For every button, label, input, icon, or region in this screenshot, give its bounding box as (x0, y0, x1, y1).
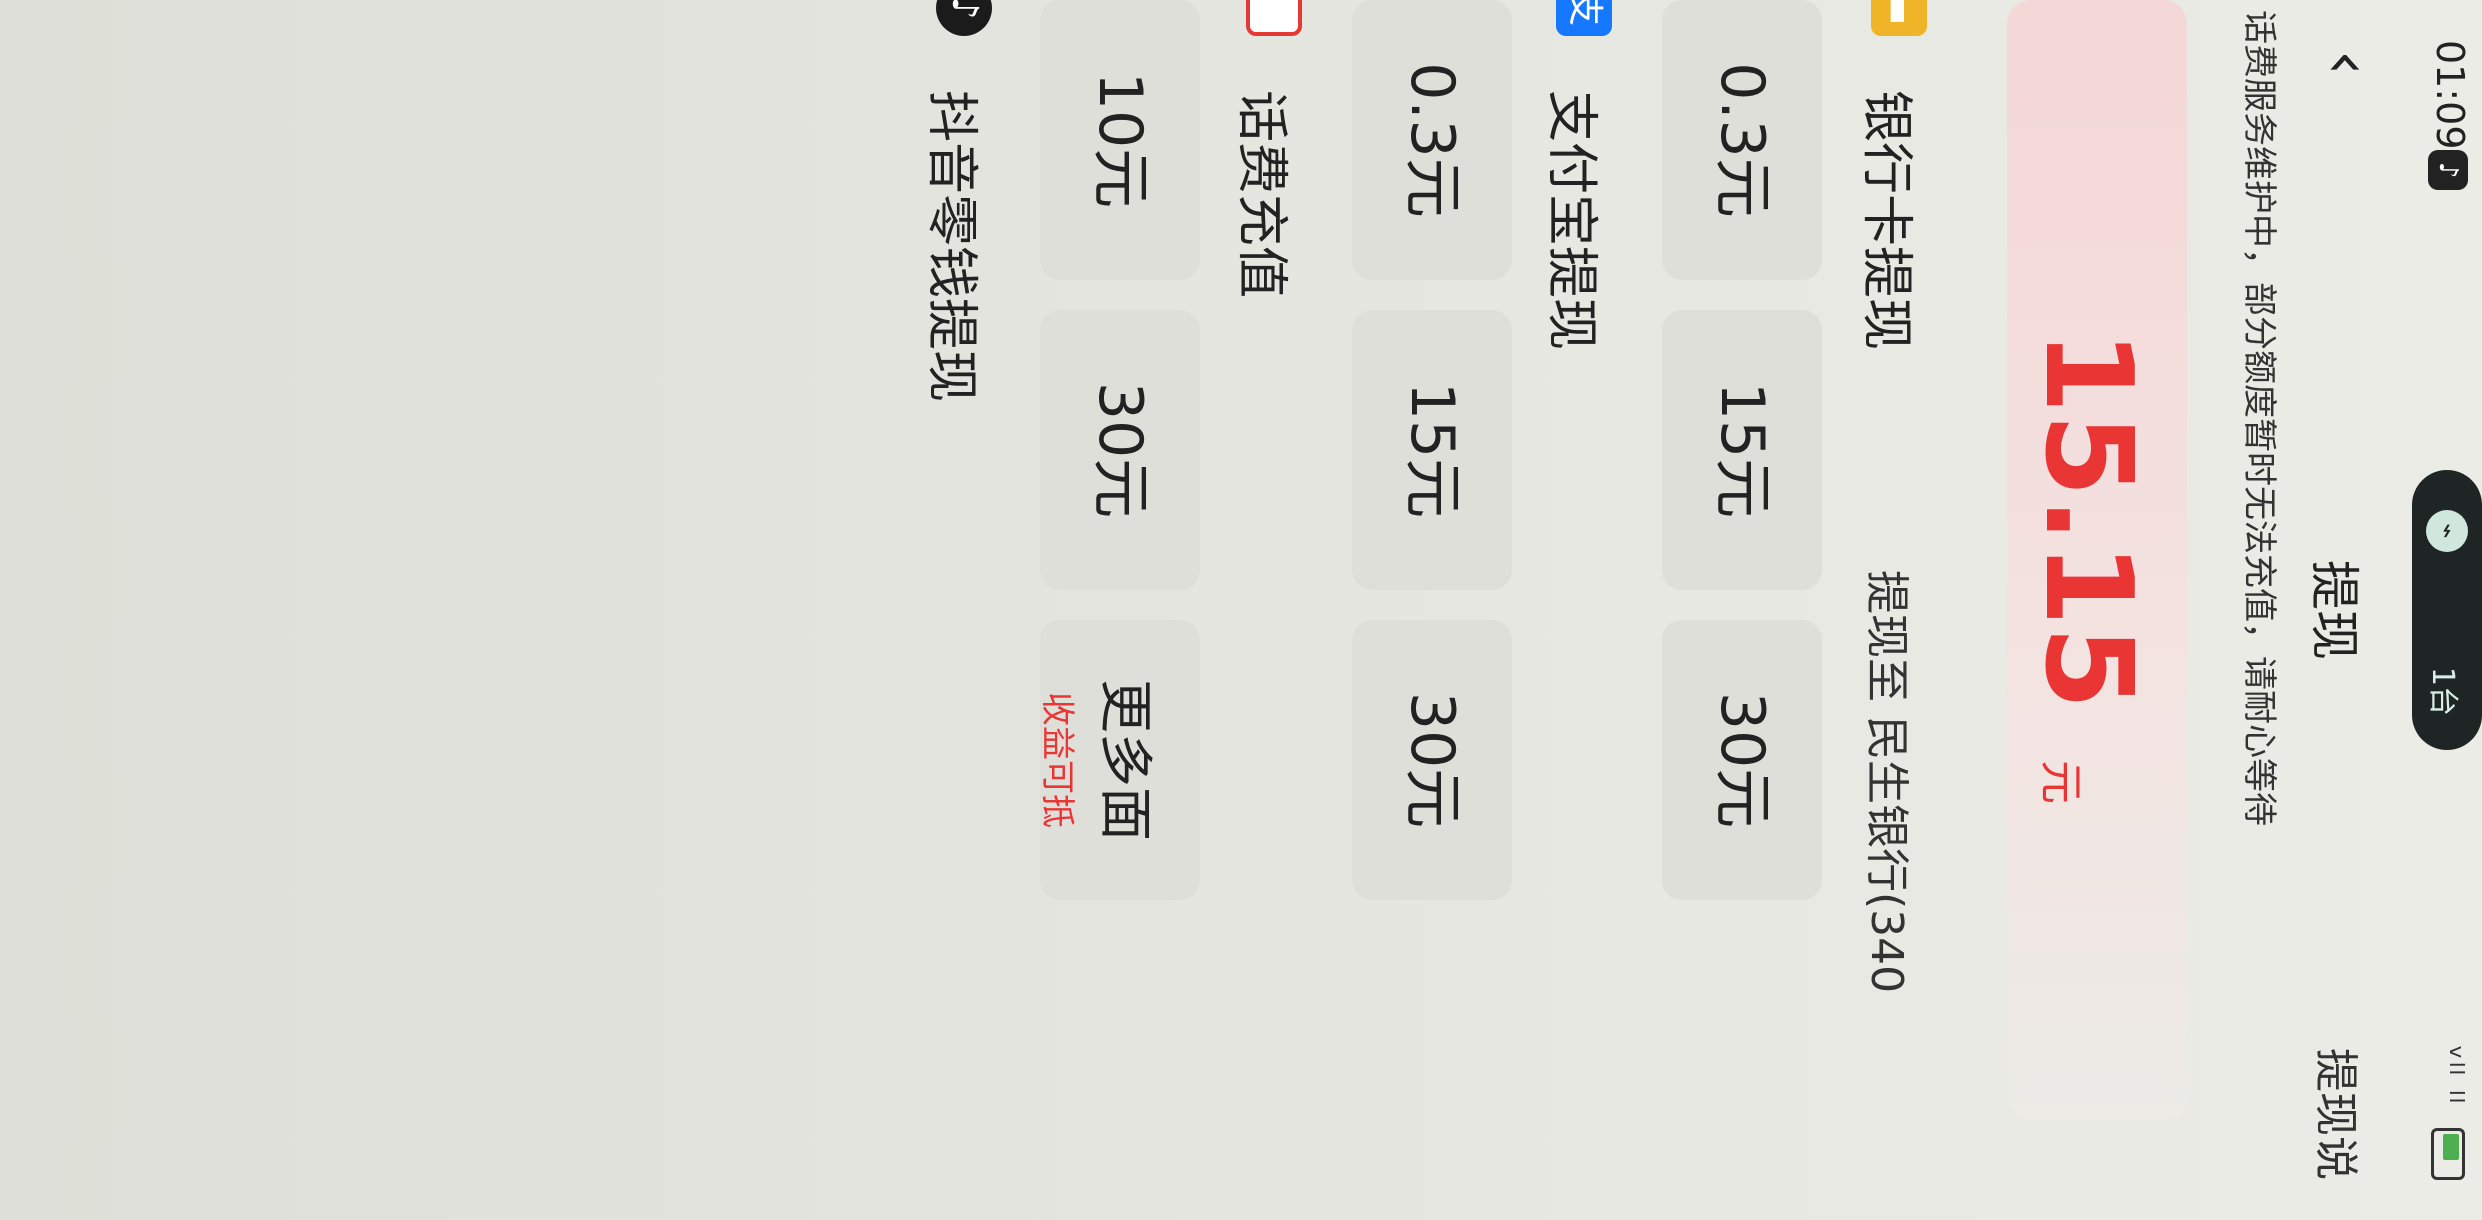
bank-card-icon: ▬ (1871, 0, 1927, 36)
bank-option-1[interactable]: 15元 (1662, 310, 1822, 590)
page-title: 提现 (2305, 560, 2363, 660)
bank-option-0[interactable]: 0.3元 (1662, 0, 1822, 280)
maintenance-notice: 话费服务维护中，部分额度暂时无法充值，请耐心等待 (2239, 10, 2279, 826)
balance-unit: 元 (2035, 760, 2086, 804)
withdraw-instructions-link[interactable]: 提现说 (2308, 1048, 2372, 1180)
bank-options: 0.3元 15元 30元 (1662, 0, 1822, 1220)
phone-more-options-button[interactable]: 更多面 收益可抵 (1037, 620, 1200, 900)
alipay-withdraw-header: 支 支付宝提现 (1541, 0, 1622, 1220)
phone-option-1[interactable]: 30元 (1040, 310, 1200, 590)
douyin-withdraw-label: 抖音零钱提现 (921, 90, 981, 403)
bank-withdraw-header: ▬ 银行卡提现 提现至 民生银行(340 (1856, 0, 1937, 1220)
phone-recharge-label: 话费充值 (1231, 90, 1291, 299)
alipay-option-0[interactable]: 0.3元 (1352, 0, 1512, 280)
status-time: 01:09 (2428, 40, 2472, 150)
alipay-withdraw-label: 支付宝提现 (1541, 90, 1601, 351)
pill-text: 1台 (2425, 666, 2460, 716)
more-options-title: 更多面 (1094, 679, 1157, 841)
phone-options: 10元 30元 更多面 收益可抵 (1037, 0, 1200, 1220)
alipay-options: 0.3元 15元 30元 (1352, 0, 1512, 1220)
alipay-option-2[interactable]: 30元 (1352, 620, 1512, 900)
status-indicators: ᵛˡˡ ˡˡ (2430, 1046, 2470, 1180)
more-options-subtitle: 收益可抵 (1037, 692, 1077, 828)
bank-option-2[interactable]: 30元 (1662, 620, 1822, 900)
tiktok-icon: ♪ (2428, 150, 2468, 190)
alipay-option-1[interactable]: 15元 (1352, 310, 1512, 590)
phone-recharge-header: 话费充值 (1231, 0, 1312, 1220)
phone-screen: 01:09 ♪ ⌁ 1台 ᵛˡˡ ˡˡ ‹ 提现 提现说 话费服务维护中，部分额… (0, 0, 2482, 1220)
bank-account-selector[interactable]: 提现至 民生银行(340 (1859, 570, 1923, 993)
balance-card: 15.15 元 (2007, 0, 2187, 1120)
balance-amount: 15.15 (2018, 330, 2157, 710)
battery-icon (2431, 1128, 2466, 1180)
phone-option-0[interactable]: 10元 (1040, 0, 1200, 280)
phone-recharge-icon (1246, 0, 1302, 36)
nav-bar: ‹ 提现 提现说 (2292, 0, 2402, 1220)
link-icon: ⌁ (2426, 510, 2468, 552)
douyin-withdraw-header: ♪ 抖音零钱提现 (921, 0, 1002, 1220)
bank-withdraw-label: 银行卡提现 (1856, 90, 1916, 351)
alipay-icon: 支 (1556, 0, 1612, 36)
status-bar: 01:09 ♪ ⌁ 1台 ᵛˡˡ ˡˡ (2412, 0, 2482, 1220)
dynamic-island-pill[interactable]: ⌁ 1台 (2412, 470, 2482, 750)
signal-icon: ᵛˡˡ ˡˡ (2430, 1045, 2470, 1106)
douyin-icon: ♪ (936, 0, 992, 36)
